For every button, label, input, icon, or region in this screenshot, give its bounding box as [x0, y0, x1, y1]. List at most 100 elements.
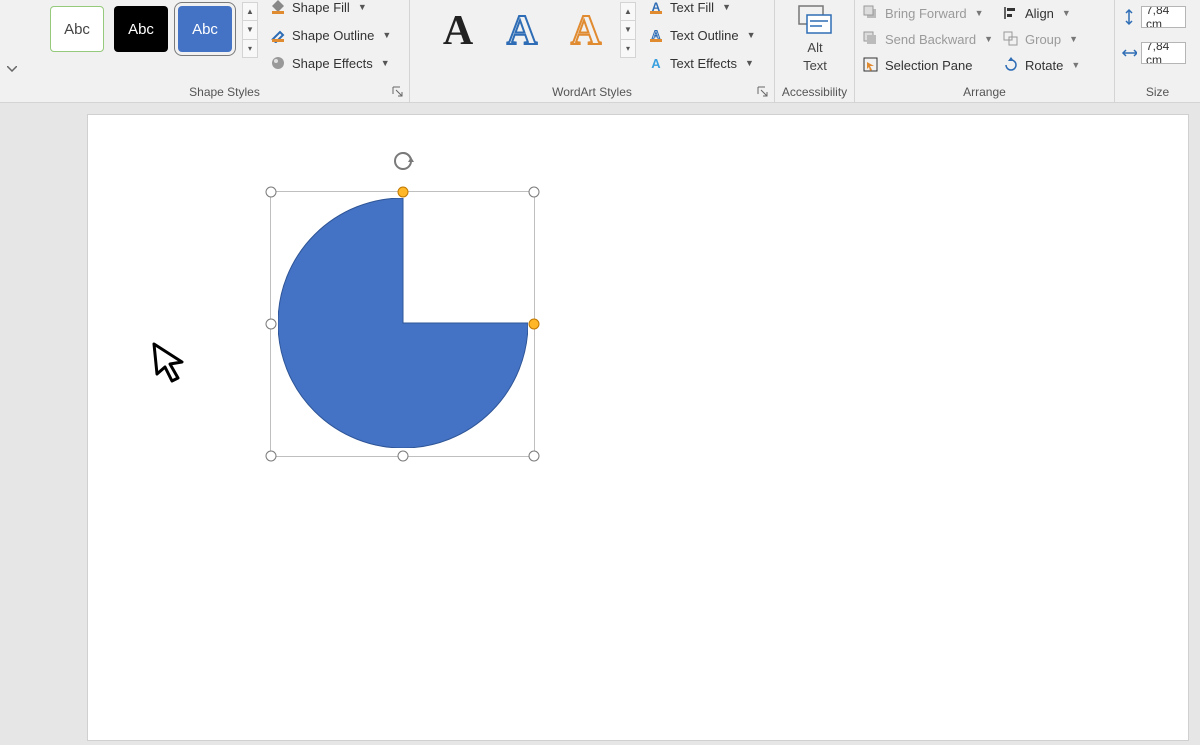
letter-a-outline-orange-icon: A [562, 6, 610, 54]
text-fill-icon: A [648, 0, 664, 15]
align-icon [1003, 5, 1019, 21]
text-outline-icon: A [648, 27, 664, 43]
shape-width-value: 7,84 cm [1146, 42, 1181, 64]
group-label: Group [1025, 32, 1061, 47]
chevron-up-icon: ▲ [246, 7, 254, 16]
svg-text:A: A [571, 8, 602, 54]
shape-style-thumb-3[interactable]: Abc [178, 6, 232, 52]
chevron-down-icon: ▼ [984, 34, 993, 44]
group-shape-styles: Abc Abc Abc ▲ ▼ ▾ Shape Fill ▼ [40, 0, 410, 102]
text-effects-button[interactable]: A Text Effects ▼ [644, 50, 758, 76]
shape-outline-icon [270, 27, 286, 43]
gallery-scroll-down-button[interactable]: ▼ [621, 21, 635, 39]
selection-pane-label: Selection Pane [885, 58, 972, 73]
gallery-scroll-up-button[interactable]: ▲ [243, 3, 257, 21]
chevron-down-icon: ▼ [745, 58, 754, 68]
group-label-size: Size [1146, 85, 1169, 99]
send-backward-label: Send Backward [885, 32, 976, 47]
bring-forward-button[interactable]: Bring Forward ▼ [859, 0, 999, 26]
selected-pie-shape[interactable] [278, 198, 528, 448]
group-label-shape-styles: Shape Styles [189, 85, 260, 99]
text-effects-icon: A [648, 55, 664, 71]
group-label-accessibility: Accessibility [782, 85, 847, 99]
text-outline-button[interactable]: A Text Outline ▼ [644, 22, 760, 48]
letter-a-outline-blue-icon: A [498, 6, 546, 54]
alt-text-button[interactable]: Alt Text [785, 0, 845, 78]
selection-pane-button[interactable]: Selection Pane [859, 52, 999, 78]
ribbon: Abc Abc Abc ▲ ▼ ▾ Shape Fill ▼ [0, 0, 1200, 103]
shape-fill-label: Shape Fill [292, 0, 350, 15]
shape-outline-label: Shape Outline [292, 28, 374, 43]
bring-forward-icon [863, 5, 879, 21]
shape-fill-icon [270, 0, 286, 15]
shape-style-thumb-label: Abc [192, 21, 218, 38]
text-outline-label: Text Outline [670, 28, 739, 43]
svg-text:A: A [443, 8, 474, 54]
group-label-arrange: Arrange [963, 85, 1006, 99]
svg-text:A: A [651, 56, 661, 71]
rotate-icon [1003, 57, 1019, 73]
gallery-expand-button[interactable]: ▾ [621, 40, 635, 57]
shape-style-thumb-2[interactable]: Abc [114, 6, 168, 52]
align-label: Align [1025, 6, 1054, 21]
shape-effects-label: Shape Effects [292, 56, 373, 71]
gallery-scroll-up-button[interactable]: ▲ [621, 3, 635, 21]
wordart-gallery-scroll[interactable]: ▲ ▼ ▾ [620, 2, 636, 58]
shape-width-input[interactable]: 7,84 cm [1141, 42, 1186, 64]
group-button[interactable]: Group ▼ [999, 26, 1099, 52]
chevron-down-icon: ▼ [1069, 34, 1078, 44]
align-button[interactable]: Align ▼ [999, 0, 1099, 26]
bring-forward-label: Bring Forward [885, 6, 967, 21]
wordart-styles-launcher[interactable] [756, 85, 770, 99]
cursor-icon [148, 340, 192, 384]
chevron-down-icon: ▼ [624, 25, 632, 34]
rotate-label: Rotate [1025, 58, 1063, 73]
expand-icon: ▾ [248, 44, 252, 53]
rotate-button[interactable]: Rotate ▼ [999, 52, 1099, 78]
shape-outline-button[interactable]: Shape Outline ▼ [266, 22, 395, 48]
chevron-down-icon: ▼ [246, 25, 254, 34]
document-page[interactable] [88, 115, 1188, 740]
shape-style-gallery-scroll[interactable]: ▲ ▼ ▾ [242, 2, 258, 58]
chevron-down-icon: ▼ [358, 2, 367, 12]
text-effects-label: Text Effects [670, 56, 737, 71]
shape-style-thumb-1[interactable]: Abc [50, 6, 104, 52]
height-icon [1121, 9, 1137, 25]
group-size: 7,84 cm 7,84 cm Size [1115, 0, 1200, 102]
wordart-style-thumb-1[interactable]: A [430, 2, 486, 58]
ribbon-collapse-button[interactable] [0, 0, 24, 80]
chevron-down-icon: ▼ [722, 2, 731, 12]
chevron-down-icon: ▼ [381, 58, 390, 68]
shape-height-input[interactable]: 7,84 cm [1141, 6, 1186, 28]
text-fill-label: Text Fill [670, 0, 714, 15]
shape-width-field[interactable]: 7,84 cm [1121, 42, 1186, 64]
shape-fill-button[interactable]: Shape Fill ▼ [266, 0, 371, 20]
wordart-style-thumb-2[interactable]: A [494, 2, 550, 58]
shape-height-value: 7,84 cm [1146, 6, 1181, 28]
text-fill-button[interactable]: A Text Fill ▼ [644, 0, 735, 20]
shape-style-thumb-label: Abc [64, 21, 90, 38]
chevron-down-icon: ▼ [975, 8, 984, 18]
chevron-down-icon: ▼ [747, 30, 756, 40]
expand-icon: ▾ [626, 44, 630, 53]
chevron-down-icon: ▼ [1071, 60, 1080, 70]
chevron-down-icon: ▼ [1062, 8, 1071, 18]
gallery-scroll-down-button[interactable]: ▼ [243, 21, 257, 39]
chevron-down-icon: ▼ [382, 30, 391, 40]
group-icon [1003, 31, 1019, 47]
width-icon [1121, 45, 1137, 61]
gallery-expand-button[interactable]: ▾ [243, 40, 257, 57]
letter-a-black-icon: A [434, 6, 482, 54]
send-backward-button[interactable]: Send Backward ▼ [859, 26, 999, 52]
alt-text-icon [798, 5, 832, 38]
shape-styles-launcher[interactable] [391, 85, 405, 99]
group-wordart-styles: A A A ▲ ▼ ▾ A Text Fill ▼ A [410, 0, 775, 102]
group-accessibility: Alt Text Accessibility [775, 0, 855, 102]
chevron-up-icon: ▲ [624, 7, 632, 16]
alt-text-label-line1: Alt [807, 41, 822, 55]
shape-effects-button[interactable]: Shape Effects ▼ [266, 50, 394, 76]
shape-height-field[interactable]: 7,84 cm [1121, 6, 1186, 28]
group-arrange: Bring Forward ▼ Align ▼ Send Backward ▼ [855, 0, 1115, 102]
wordart-style-thumb-3[interactable]: A [558, 2, 614, 58]
send-backward-icon [863, 31, 879, 47]
